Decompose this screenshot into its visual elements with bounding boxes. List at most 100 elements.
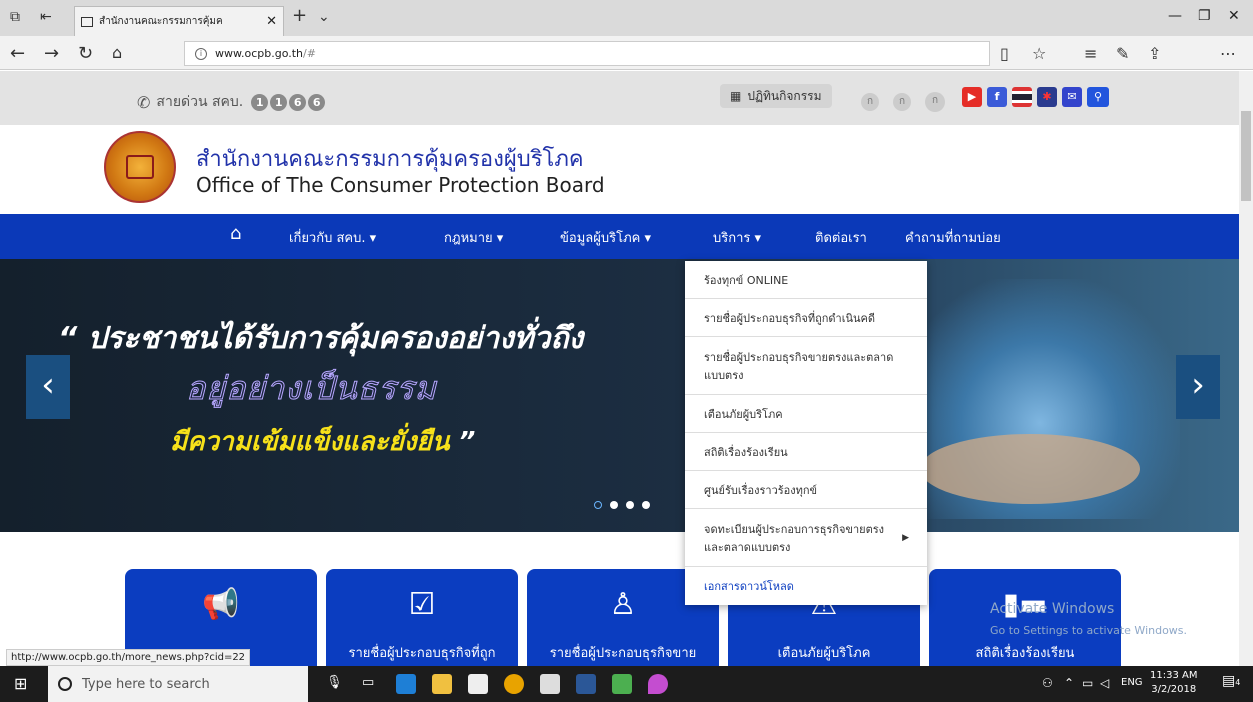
file-explorer-icon[interactable]: [432, 674, 452, 694]
action-center-icon[interactable]: ▤4: [1222, 673, 1240, 689]
taskbar-clock[interactable]: 11:33 AM 3/2/2018: [1150, 669, 1197, 697]
favorites-hub-icon[interactable]: ≡: [1084, 44, 1097, 63]
close-quote: ”: [458, 427, 476, 457]
favorite-star-icon[interactable]: ☆: [1032, 44, 1046, 63]
set-aside-tabs-icon[interactable]: ⇤: [40, 9, 52, 25]
people-icon[interactable]: ⚇: [1042, 676, 1053, 690]
mail-icon[interactable]: [540, 674, 560, 694]
thai-flag-icon[interactable]: [1012, 87, 1032, 107]
hotline-digit: 1: [251, 93, 269, 111]
dropdown-item-complaint-online[interactable]: ร้องทุกข์ ONLINE: [685, 261, 927, 299]
activities-button[interactable]: ▦ ปฏิทินกิจกรรม: [720, 84, 832, 108]
prev-slide-button[interactable]: ‹: [26, 355, 70, 419]
close-tab-icon[interactable]: ✕: [266, 14, 277, 29]
nav-item-consumer-info[interactable]: ข้อมูลผู้บริโภค ▾: [560, 227, 651, 248]
url-host: www.ocpb.go.th: [215, 47, 304, 60]
dropdown-item-warning[interactable]: เตือนภัยผู้บริโภค: [685, 395, 927, 433]
site-header: สำนักงานคณะกรรมการคุ้มครองผู้บริโภค Offi…: [0, 125, 1253, 214]
font-size-medium-button[interactable]: ก: [893, 93, 911, 111]
chevron-down-icon[interactable]: ⌄: [318, 9, 330, 25]
maximize-icon[interactable]: ❐: [1198, 8, 1211, 24]
dropdown-item-registration[interactable]: จดทะเบียนผู้ประกอบการธุรกิจขายตรงและตลาด…: [685, 509, 927, 567]
share-icon[interactable]: ⇪: [1148, 44, 1161, 63]
new-tab-icon[interactable]: +: [292, 5, 307, 26]
windows-taskbar: ⊞ Type here to search 🎙 ▭ ⚇ ⌃ ▭ ◁ ENG 11…: [0, 666, 1253, 702]
info-icon[interactable]: i: [195, 47, 207, 60]
close-window-icon[interactable]: ✕: [1228, 8, 1240, 24]
email-icon[interactable]: ✉: [1062, 87, 1082, 107]
address-bar-row: ← → ↻ ⌂ i www.ocpb.go.th/# ▯ ☆ ≡ ✎ ⇪ ⋯: [0, 36, 1253, 70]
activities-label: ปฏิทินกิจกรรม: [747, 88, 822, 103]
windows-start-icon[interactable]: ⊞: [14, 674, 27, 693]
back-icon[interactable]: ←: [10, 43, 25, 64]
scrollbar-thumb[interactable]: [1241, 111, 1251, 201]
dropdown-item-complaint-center[interactable]: ศูนย์รับเรื่องราวร้องทุกข์: [685, 471, 927, 509]
dropdown-item-direct-sales[interactable]: รายชื่อผู้ประกอบธุรกิจขายตรงและตลาดแบบตร…: [685, 337, 927, 395]
refresh-icon[interactable]: ↻: [78, 43, 93, 64]
nav-item-services[interactable]: บริการ ▾: [713, 227, 761, 248]
cortana-icon: [58, 677, 72, 691]
language-indicator[interactable]: ENG: [1121, 677, 1143, 688]
uk-flag-icon[interactable]: ✱: [1037, 87, 1057, 107]
dropdown-item-prosecuted[interactable]: รายชื่อผู้ประกอบธุรกิจที่ถูกดำเนินคดี: [685, 299, 927, 337]
slide-dot[interactable]: [610, 501, 618, 509]
banner-line-1: “ ประชาชนได้รับการคุ้มครองอย่างทั่วถึง: [58, 321, 584, 356]
spreadsheet-icon[interactable]: [612, 674, 632, 694]
task-view-icon[interactable]: ▭: [362, 675, 374, 690]
taskbar-search-input[interactable]: Type here to search: [48, 666, 308, 702]
ocpb-logo[interactable]: [104, 131, 176, 203]
chevron-down-icon: ▾: [644, 231, 652, 246]
maps-icon[interactable]: [648, 674, 668, 694]
home-nav-icon[interactable]: ⌂: [230, 223, 241, 244]
font-size-small-button[interactable]: ก: [861, 93, 879, 111]
volume-icon[interactable]: ◁: [1100, 676, 1109, 690]
chrome-icon[interactable]: [504, 674, 524, 694]
nav-label: กฎหมาย: [444, 231, 493, 246]
word-icon[interactable]: [576, 674, 596, 694]
clock-date: 3/2/2018: [1151, 684, 1197, 695]
dropdown-item-stats[interactable]: สถิติเรื่องร้องเรียน: [685, 433, 927, 471]
more-icon[interactable]: ⋯: [1220, 44, 1236, 63]
tab-preview-icon[interactable]: ⧉: [10, 9, 20, 25]
slide-dot[interactable]: [594, 501, 602, 509]
pen-icon[interactable]: ✎: [1116, 44, 1129, 63]
forward-icon[interactable]: →: [44, 43, 59, 64]
site-title-english[interactable]: Office of The Consumer Protection Board: [196, 173, 605, 197]
font-size-large-button[interactable]: ก: [925, 92, 945, 112]
hand-graphic: [920, 434, 1140, 504]
nav-item-about[interactable]: เกี่ยวกับ สคบ. ▾: [289, 227, 376, 248]
hotline-label: สายด่วน สคบ.: [156, 94, 244, 110]
activate-windows-subtitle: Go to Settings to activate Windows.: [990, 624, 1188, 637]
phone-icon: ✆: [137, 92, 151, 112]
chevron-down-icon: ▾: [754, 231, 762, 246]
edge-icon[interactable]: [396, 674, 416, 694]
slide-dot[interactable]: [626, 501, 634, 509]
hotline-digit: 6: [289, 93, 307, 111]
address-input[interactable]: i www.ocpb.go.th/#: [184, 41, 990, 66]
chevron-right-icon: ▶: [902, 532, 909, 543]
reading-view-icon[interactable]: ▯: [1000, 44, 1009, 63]
nav-item-faq[interactable]: คำถามที่ถามบ่อย: [905, 227, 1001, 248]
search-icon[interactable]: ⚲: [1087, 87, 1109, 107]
nav-item-contact[interactable]: ติดต่อเรา: [815, 227, 867, 248]
store-icon[interactable]: [468, 674, 488, 694]
activate-windows-title: Activate Windows: [990, 601, 1115, 617]
slide-dot[interactable]: [642, 501, 650, 509]
dropdown-item-downloads[interactable]: เอกสารดาวน์โหลด: [685, 567, 927, 605]
next-slide-button[interactable]: ›: [1176, 355, 1220, 419]
service-card-prosecuted[interactable]: ☑ รายชื่อผู้ประกอบธุรกิจที่ถูก: [326, 569, 518, 666]
nav-label: ข้อมูลผู้บริโภค: [560, 231, 641, 246]
tray-chevron-icon[interactable]: ⌃: [1064, 676, 1074, 690]
site-title-thai[interactable]: สำนักงานคณะกรรมการคุ้มครองผู้บริโภค: [196, 141, 584, 176]
browser-tab[interactable]: สำนักงานคณะกรรมการคุ้มค ✕: [74, 6, 284, 36]
home-icon[interactable]: ⌂: [112, 43, 122, 62]
minimize-icon[interactable]: —: [1168, 8, 1182, 24]
nav-item-law[interactable]: กฎหมาย ▾: [444, 227, 503, 248]
microphone-icon[interactable]: 🎙: [326, 675, 343, 690]
hotline-digit: 1: [270, 93, 288, 111]
facebook-icon[interactable]: f: [987, 87, 1007, 107]
network-icon[interactable]: ▭: [1082, 676, 1093, 690]
card-label: สถิติเรื่องร้องเรียน: [975, 646, 1075, 661]
service-card-stats[interactable]: ▮▬ สถิติเรื่องร้องเรียน: [929, 569, 1121, 666]
youtube-icon[interactable]: ▶: [962, 87, 982, 107]
